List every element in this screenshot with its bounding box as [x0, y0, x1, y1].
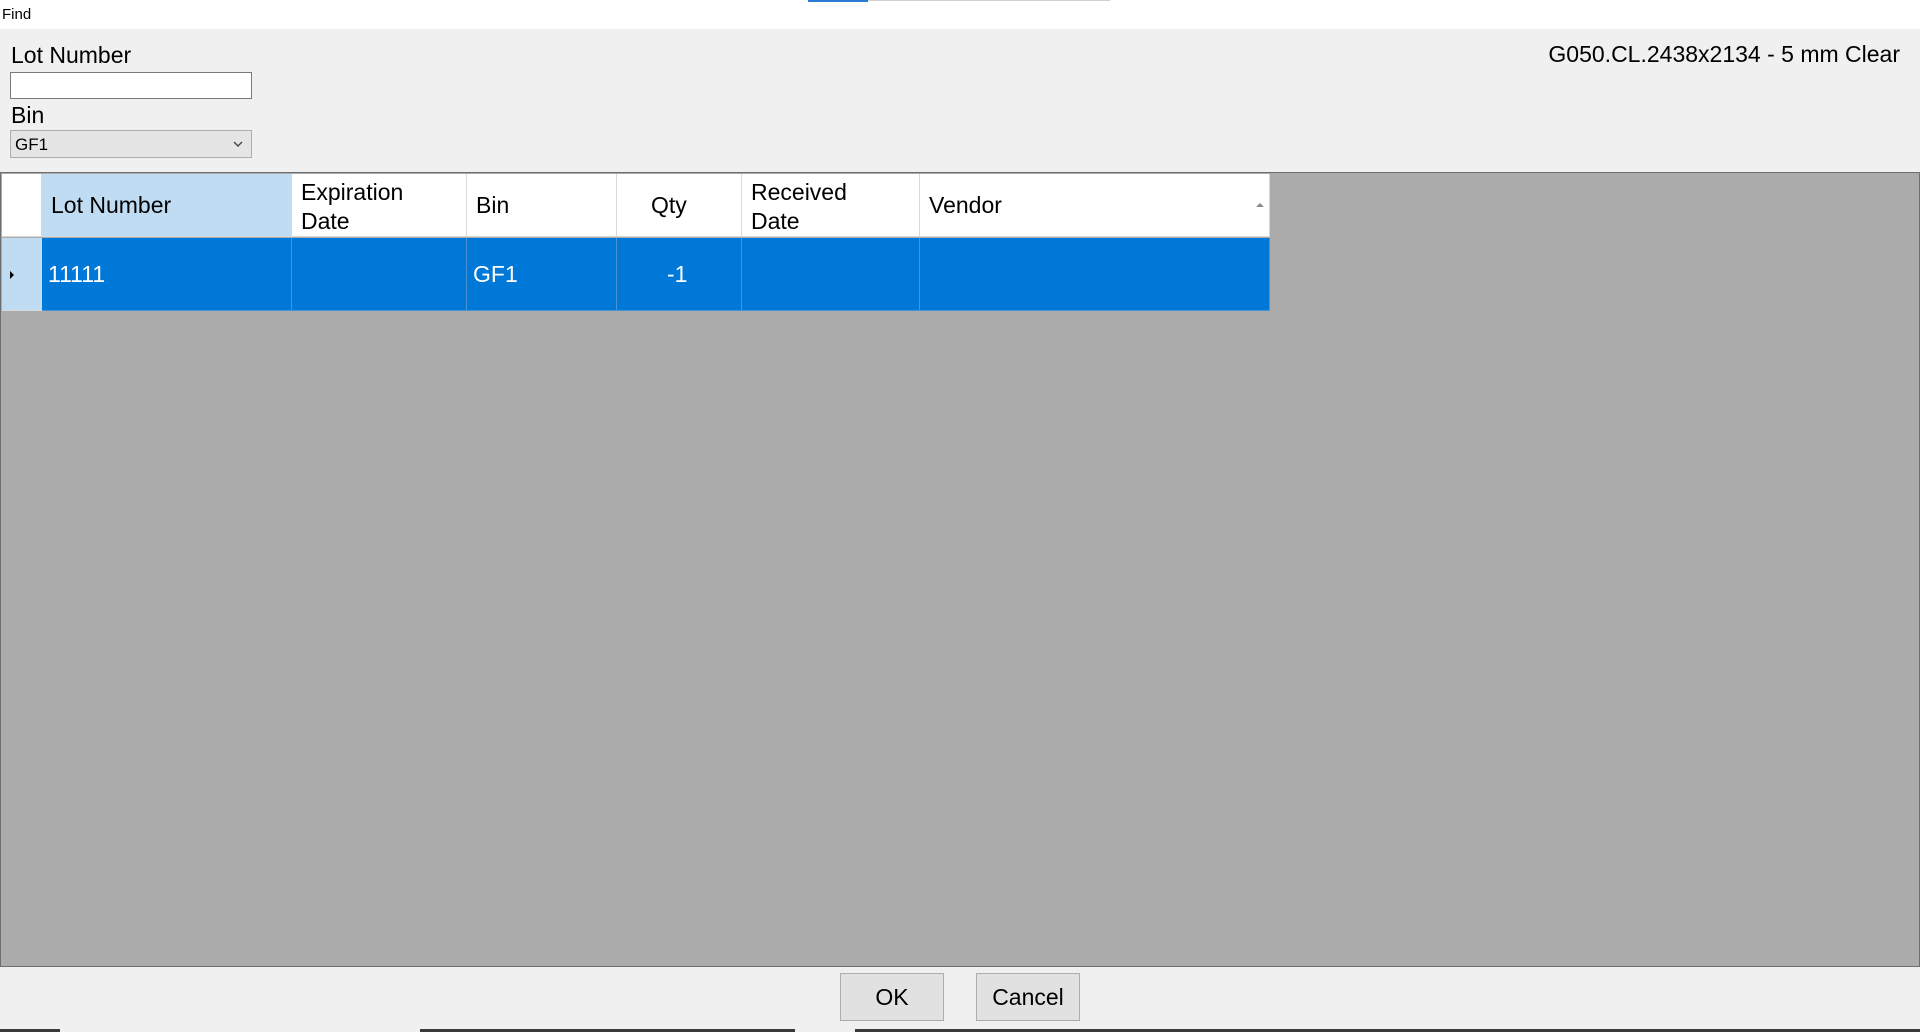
cell-value: GF1 [473, 261, 518, 287]
header-corner [2, 174, 42, 237]
sort-ascending-icon [1256, 203, 1264, 207]
title-bar-line [868, 0, 1110, 1]
column-header-expiration-date[interactable]: Expiration Date [292, 174, 467, 237]
column-header-label: Expiration Date [301, 179, 404, 234]
row-pointer-icon [10, 271, 14, 279]
lot-number-input[interactable] [10, 72, 252, 99]
column-header-vendor[interactable]: Vendor [920, 174, 1270, 237]
cell-expiration-date[interactable] [292, 238, 467, 311]
column-header-label: Lot Number [51, 192, 172, 218]
item-description: G050.CL.2438x2134 - 5 mm Clear [1548, 41, 1900, 67]
bin-dropdown-value: GF1 [15, 135, 49, 154]
cell-lot-number[interactable]: 11111 [42, 238, 292, 311]
cell-qty[interactable]: -1 [617, 238, 742, 311]
row-header[interactable] [2, 238, 42, 311]
column-header-label: Received Date [751, 179, 847, 234]
cell-value: -1 [667, 261, 688, 287]
column-header-bin[interactable]: Bin [467, 174, 617, 237]
window-title: Find [2, 6, 32, 23]
lots-grid[interactable]: Lot Number Expiration Date Bin Qty Recei… [0, 172, 1920, 967]
chevron-down-icon [233, 141, 243, 147]
cell-bin[interactable]: GF1 [467, 238, 617, 311]
cancel-button[interactable]: Cancel [976, 973, 1080, 1021]
bin-dropdown[interactable]: GF1 [10, 130, 252, 158]
title-bar-indicator [808, 0, 868, 2]
cell-received-date[interactable] [742, 238, 920, 311]
ok-button[interactable]: OK [840, 973, 944, 1021]
column-header-lot-number[interactable]: Lot Number [42, 174, 292, 237]
lot-number-label: Lot Number [11, 42, 132, 68]
column-header-label: Vendor [929, 192, 1002, 218]
cell-value: 11111 [48, 261, 106, 287]
column-header-received-date[interactable]: Received Date [742, 174, 920, 237]
title-bar: Find [0, 0, 1920, 29]
bin-label: Bin [11, 102, 45, 128]
column-header-label: Qty [651, 192, 687, 218]
cell-vendor[interactable] [920, 238, 1270, 311]
column-header-qty[interactable]: Qty [617, 174, 742, 237]
column-header-label: Bin [476, 192, 510, 218]
